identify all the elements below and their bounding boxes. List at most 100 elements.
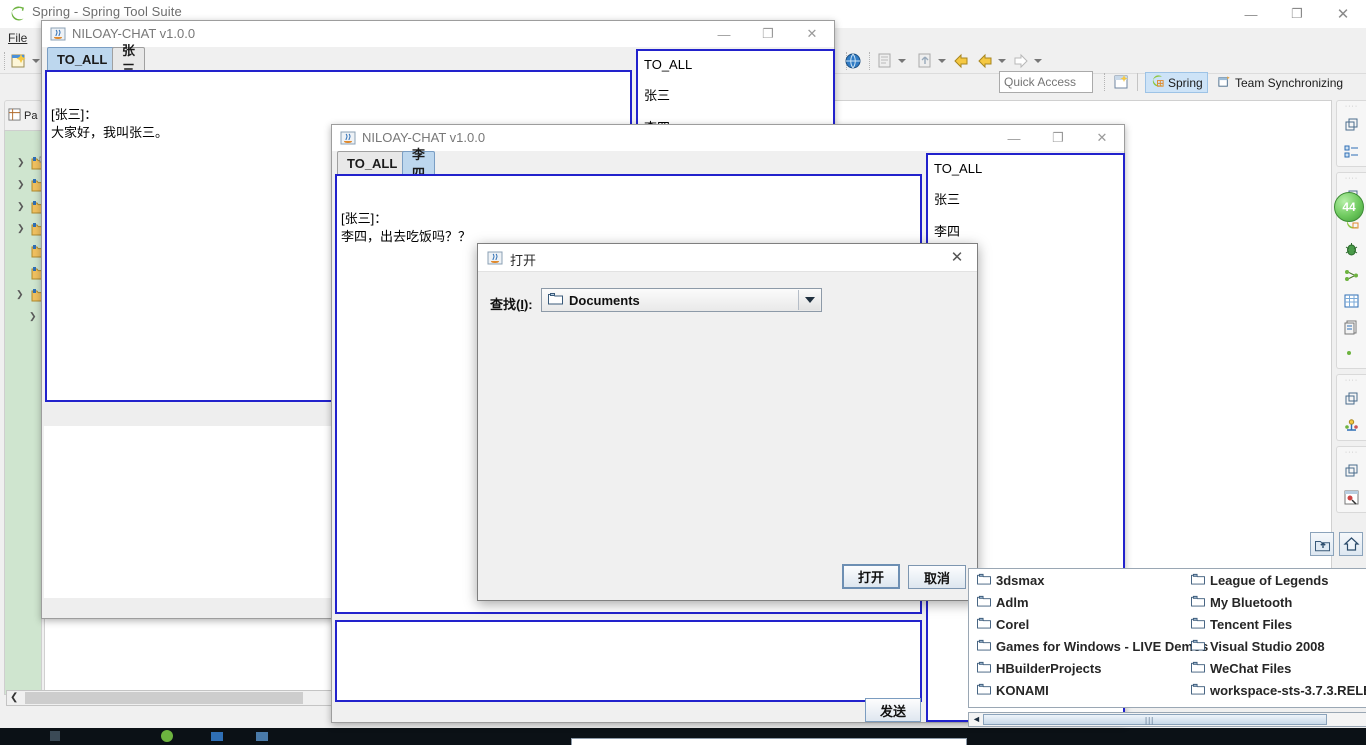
chat-back-minimize-button[interactable]: — (702, 21, 746, 47)
file-list-item[interactable]: Adlm (977, 595, 1029, 610)
file-list-item[interactable]: WeChat Files (1191, 661, 1291, 676)
tree-row[interactable]: ❯ (5, 219, 46, 239)
file-list-item[interactable]: HBuilderProjects (977, 661, 1101, 676)
package-explorer-tab[interactable]: Pa (4, 100, 42, 130)
dependency-graph-icon[interactable] (1337, 262, 1366, 288)
open-type-icon[interactable] (876, 52, 894, 70)
debug-bug-icon[interactable] (1337, 236, 1366, 262)
rail-drag-handle[interactable]: ···· (1337, 449, 1366, 458)
new-wizard-dropdown-arrow[interactable] (32, 59, 40, 63)
home-button[interactable] (1339, 532, 1363, 556)
perspective-spring[interactable]: Spring (1145, 72, 1208, 93)
properties-view-icon[interactable] (1337, 314, 1366, 340)
scroll-left-icon[interactable]: ❮ (10, 692, 18, 703)
tree-row[interactable]: ❯ (5, 153, 46, 173)
chevron-right-icon[interactable]: ❯ (17, 201, 25, 212)
chat-front-tab-to-all[interactable]: TO_ALL (337, 151, 408, 174)
table-view-icon[interactable] (1337, 288, 1366, 314)
chevron-right-icon[interactable]: ❯ (17, 179, 25, 190)
package-explorer-tree[interactable]: ❯ ❯ ❯ ❯ ❯ ❯ (4, 130, 46, 695)
restore-view-icon[interactable] (1337, 458, 1366, 484)
taskbar-item[interactable] (160, 729, 174, 743)
search-results-icon[interactable] (1337, 484, 1366, 510)
tree-row[interactable]: ❯ (5, 197, 46, 217)
taskbar-item[interactable] (48, 729, 62, 743)
forward-icon[interactable] (1012, 52, 1030, 70)
cancel-button[interactable]: 取消 (908, 565, 966, 589)
taskbar-item[interactable] (255, 729, 269, 743)
quick-access-input[interactable] (999, 71, 1093, 93)
ide-close-button[interactable]: ✕ (1320, 0, 1366, 28)
back-history-icon[interactable] (952, 52, 970, 70)
chevron-down-icon[interactable]: ❯ (16, 289, 24, 300)
file-list-horizontal-scrollbar[interactable]: ◄ ||| ► (968, 712, 1366, 727)
restore-view-icon[interactable] (1337, 112, 1366, 138)
globe-icon[interactable] (844, 52, 862, 70)
chevron-down-icon (804, 297, 815, 303)
perspective-team-synchronizing[interactable]: Team Synchronizing (1213, 72, 1347, 93)
open-file-dialog[interactable]: 打开 ✕ 查找(I): Documents 3dsmax Adlm Corel … (477, 243, 1366, 745)
progress-badge[interactable]: 44 (1334, 192, 1364, 222)
chat-front-maximize-button[interactable]: ❐ (1036, 125, 1080, 151)
tree-row[interactable] (5, 263, 46, 283)
file-list-item[interactable]: 3dsmax (977, 573, 1044, 588)
open-perspective-icon[interactable] (1113, 73, 1131, 91)
look-in-combobox[interactable]: Documents (541, 288, 822, 312)
open-type-dropdown-arrow[interactable] (898, 59, 906, 63)
restore-view-icon[interactable] (1337, 386, 1366, 412)
chat-front-minimize-button[interactable]: — (992, 125, 1036, 151)
chevron-right-icon[interactable]: ❯ (29, 311, 37, 322)
chat-front-tab-lisi[interactable]: 李四 (402, 147, 436, 181)
forward-dropdown-arrow[interactable] (1034, 59, 1042, 63)
scrollbar-thumb[interactable] (983, 714, 1327, 725)
look-in-dropdown-button[interactable] (798, 290, 820, 310)
chat-back-maximize-button[interactable]: ❐ (746, 21, 790, 47)
file-list-item[interactable]: KONAMI (977, 683, 1049, 698)
chat-front-input-area[interactable] (335, 620, 922, 702)
tree-row[interactable] (5, 241, 46, 261)
rail-drag-handle[interactable]: ···· (1337, 175, 1366, 184)
file-name-input[interactable] (571, 738, 967, 745)
file-list-item[interactable]: Tencent Files (1191, 617, 1292, 632)
open-button[interactable]: 打开 (842, 564, 900, 589)
ide-minimize-button[interactable]: — (1228, 0, 1274, 28)
chat-front-user-zhangsan[interactable]: 张三 (928, 183, 1123, 215)
chevron-right-icon[interactable]: ❯ (17, 157, 25, 168)
chat-back-tab-zhangsan[interactable]: 张三 (112, 43, 146, 77)
tree-row[interactable]: ❯ (5, 307, 43, 327)
file-dialog-close-button[interactable]: ✕ (947, 248, 967, 266)
back-icon[interactable] (976, 52, 994, 70)
file-list-item[interactable]: Visual Studio 2008 (1191, 639, 1325, 654)
file-list-item[interactable]: My Bluetooth (1191, 595, 1292, 610)
progress-view-icon[interactable] (1337, 340, 1366, 366)
tree-row[interactable]: ❯ (5, 285, 46, 305)
chat-back-user-zhangsan[interactable]: 张三 (638, 79, 833, 111)
rail-drag-handle[interactable]: ···· (1337, 377, 1366, 386)
chat-back-user-to-all[interactable]: TO_ALL (638, 51, 833, 79)
scrollbar-thumb[interactable] (25, 692, 303, 704)
rail-drag-handle[interactable]: ···· (1337, 103, 1366, 112)
menu-file[interactable]: File (8, 31, 27, 45)
file-list-item[interactable]: Games for Windows - LIVE Demos (977, 639, 1208, 654)
taskbar-item[interactable] (210, 729, 224, 743)
open-resource-dropdown-arrow[interactable] (938, 59, 946, 63)
chat-front-close-button[interactable]: ✕ (1080, 125, 1124, 151)
chat-front-send-button[interactable]: 发送 (865, 698, 921, 722)
chat-back-tab-to-all[interactable]: TO_ALL (47, 47, 118, 70)
servers-view-icon[interactable] (1337, 412, 1366, 438)
chat-front-user-to-all[interactable]: TO_ALL (928, 155, 1123, 183)
file-list-item[interactable]: Corel (977, 617, 1029, 632)
scroll-left-icon[interactable]: ◄ (972, 714, 981, 724)
ide-maximize-button[interactable]: ❐ (1274, 0, 1320, 28)
chat-back-close-button[interactable]: ✕ (790, 21, 834, 47)
back-dropdown-arrow[interactable] (998, 59, 1006, 63)
file-list-item[interactable]: workspace-sts-3.7.3.RELEASE (1191, 683, 1366, 698)
new-wizard-icon[interactable] (10, 52, 28, 70)
file-list[interactable]: 3dsmax Adlm Corel Games for Windows - LIVE … (968, 568, 1366, 708)
outline-view-icon[interactable] (1337, 138, 1366, 164)
tree-row[interactable]: ❯ (5, 175, 46, 195)
open-resource-icon[interactable] (916, 52, 934, 70)
file-list-item[interactable]: League of Legends (1191, 573, 1328, 588)
chevron-right-icon[interactable]: ❯ (17, 223, 25, 234)
up-one-level-button[interactable] (1310, 532, 1334, 556)
